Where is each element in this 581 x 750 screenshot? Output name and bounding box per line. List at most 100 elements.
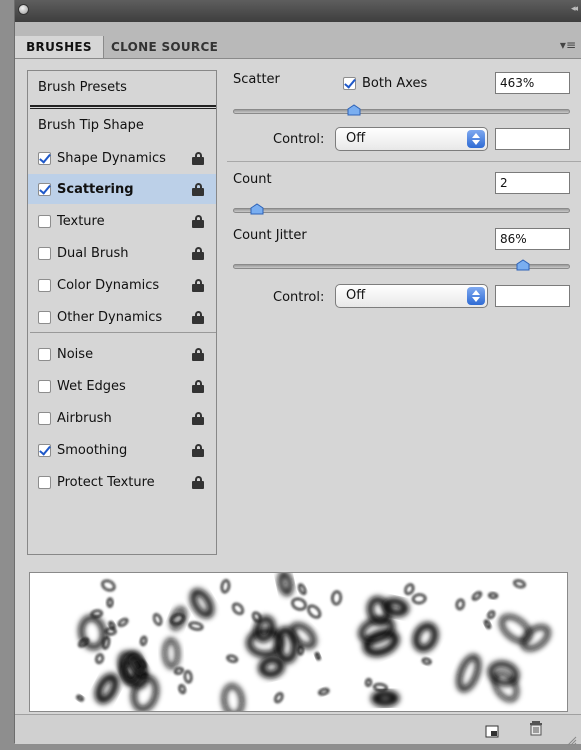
scatter-value-field[interactable]: 463% [495,72,570,94]
brush-dab [140,635,148,646]
checkbox[interactable] [38,246,51,260]
tab-brushes[interactable]: BRUSHES [15,36,104,58]
control-value-field-2[interactable] [495,285,570,307]
lock-icon[interactable] [192,379,204,393]
count-jitter-slider-handle[interactable] [516,259,530,271]
control-label-1: Control: [273,132,325,147]
panel-menu-icon[interactable]: ▾≡ [560,38,576,52]
divider [30,332,216,333]
brush-dab [365,678,372,687]
count-value-field[interactable]: 2 [495,172,570,194]
brush-dab [499,614,532,644]
section-separator [227,161,581,162]
lock-icon[interactable] [192,443,204,457]
both-axes-option[interactable]: Both Axes [343,76,427,91]
control-select-1[interactable]: Off [335,127,488,151]
brush-dab [76,694,84,702]
count-slider-track[interactable] [233,208,570,213]
collapse-icon[interactable]: ◂◂ [571,4,578,14]
sidebar-item-label: Color Dynamics [57,277,160,293]
sidebar-item-color-dynamics[interactable]: Color Dynamics [28,270,216,300]
brush-dab [421,657,432,665]
brush-dab [117,618,129,627]
lock-icon[interactable] [192,411,204,425]
sidebar-item-other-dynamics[interactable]: Other Dynamics [28,302,216,332]
count-label: Count [233,172,272,187]
sidebar-item-label: Texture [57,213,105,229]
control-value-field-1[interactable] [495,128,570,150]
checkbox[interactable] [38,379,51,393]
scatter-slider-track[interactable] [233,109,570,114]
new-brush-icon[interactable] [485,723,499,742]
brush-dab [226,654,238,663]
close-icon[interactable] [18,4,29,15]
both-axes-checkbox[interactable] [343,77,356,90]
lock-icon[interactable] [192,182,204,196]
brush-dab [258,656,285,679]
checkbox[interactable] [38,278,51,292]
sidebar-item-noise[interactable]: Noise [28,339,216,369]
select-arrows-icon [467,130,485,148]
sidebar-item-wet-edges[interactable]: Wet Edges [28,371,216,401]
brush-dab [404,583,415,595]
checkbox[interactable] [38,214,51,228]
tab-bar: BRUSHES CLONE SOURCE ▾≡ [15,22,581,59]
brush-dab [94,673,119,704]
brushes-panel: ◂◂ BRUSHES CLONE SOURCE ▾≡ Brush Presets… [14,0,581,746]
control-label-2: Control: [273,290,325,305]
panel-titlebar: ◂◂ [15,0,581,22]
brush-dab [318,688,330,696]
sidebar-item-scattering[interactable]: Scattering [28,174,216,204]
sidebar-item-dual-brush[interactable]: Dual Brush [28,238,216,268]
sidebar-item-label: Smoothing [57,442,128,458]
scatter-slider-handle[interactable] [347,104,361,116]
delete-icon[interactable] [529,721,543,740]
checkbox[interactable] [38,151,51,165]
sidebar-item-texture[interactable]: Texture [28,206,216,236]
brush-dab [488,592,498,599]
lock-icon[interactable] [192,151,204,165]
brush-dab [220,579,231,594]
checkbox[interactable] [38,411,51,425]
lock-icon[interactable] [192,278,204,292]
lock-icon[interactable] [192,214,204,228]
brush-dab [106,597,114,608]
brush-dab [487,610,496,619]
checkbox[interactable] [38,443,51,457]
checkbox[interactable] [38,475,51,489]
lock-icon[interactable] [192,310,204,324]
checkbox[interactable] [38,182,51,196]
brush-dab [101,579,116,592]
count-jitter-value-field[interactable]: 86% [495,228,570,250]
stroke-preview-image [76,573,551,711]
brush-dab [455,598,465,611]
lock-icon[interactable] [192,475,204,489]
checkbox[interactable] [38,310,51,324]
brush-dab [382,597,409,617]
sidebar-item-brush-tip-shape[interactable]: Brush Tip Shape [28,111,226,141]
brush-dab [297,645,304,656]
lock-icon[interactable] [192,347,204,361]
brush-dab [371,689,400,707]
brush-dab [298,583,307,595]
sidebar-item-protect-texture[interactable]: Protect Texture [28,467,216,497]
sidebar-item-label: Airbrush [57,410,112,426]
brush-dab [78,615,107,650]
both-axes-label: Both Axes [362,76,428,91]
lock-icon[interactable] [192,246,204,260]
brush-dab [174,667,184,675]
count-slider-handle[interactable] [250,203,264,215]
count-jitter-label: Count Jitter [233,228,307,243]
checkbox[interactable] [38,347,51,361]
brush-dab [95,653,104,664]
sidebar-item-airbrush[interactable]: Airbrush [28,403,216,433]
tab-clone-source[interactable]: CLONE SOURCE [111,36,231,58]
control-select-1-value: Off [346,131,366,146]
sidebar-item-brush-presets[interactable]: Brush Presets [28,73,226,103]
sidebar-item-shape-dynamics[interactable]: Shape Dynamics [28,143,216,173]
divider [30,105,216,109]
control-select-2[interactable]: Off [335,284,488,308]
resize-grip-icon[interactable] [567,731,577,750]
brush-dab [274,626,299,664]
sidebar-item-smoothing[interactable]: Smoothing [28,435,216,465]
